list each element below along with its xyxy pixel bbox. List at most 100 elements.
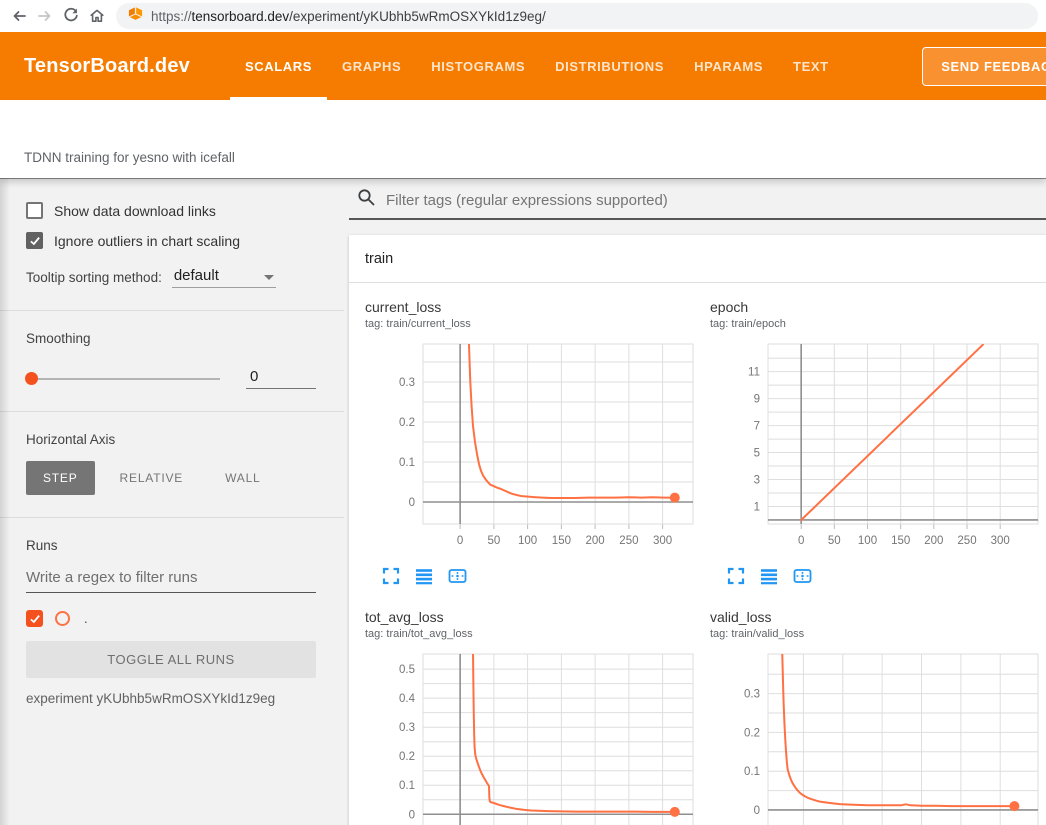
expand-chart-icon[interactable]: [727, 567, 745, 585]
tooltip-sorting-label: Tooltip sorting method:: [26, 270, 162, 288]
tab-distributions[interactable]: DISTRIBUTIONS: [540, 32, 679, 100]
svg-text:300: 300: [653, 535, 672, 547]
svg-text:200: 200: [924, 535, 943, 547]
chart-card-tot-avg-loss: tot_avg_loss tag: train/tot_avg_loss 050…: [365, 609, 702, 825]
ignore-outliers-checkbox[interactable]: [26, 232, 43, 249]
svg-text:250: 250: [957, 535, 976, 547]
expand-chart-icon[interactable]: [382, 567, 400, 585]
svg-text:5: 5: [754, 448, 760, 460]
send-feedback-button[interactable]: SEND FEEDBACK: [922, 47, 1046, 86]
svg-text:250: 250: [619, 535, 638, 547]
axis-relative-button[interactable]: RELATIVE: [103, 461, 201, 495]
toggle-all-runs-button[interactable]: TOGGLE ALL RUNS: [26, 641, 316, 678]
chart-card-current-loss: current_loss tag: train/current_loss 0 50…: [365, 299, 702, 585]
show-download-links-checkbox[interactable]: [26, 202, 43, 219]
chart-title: current_loss: [365, 299, 702, 315]
runs-regex-input[interactable]: [26, 569, 316, 593]
back-icon[interactable]: [6, 3, 32, 29]
tooltip-sorting-value: default: [174, 267, 219, 284]
svg-text:0.3: 0.3: [399, 377, 415, 389]
sidebar-divider: [0, 411, 344, 412]
tooltip-sorting-select[interactable]: default: [172, 267, 276, 288]
tab-scalars[interactable]: SCALARS: [230, 32, 327, 100]
browser-chrome: https://tensorboard.dev/experiment/yKUbh…: [0, 0, 1046, 32]
run-name: .: [84, 611, 88, 626]
tab-text[interactable]: TEXT: [778, 32, 844, 100]
chart-title: epoch: [710, 299, 1046, 315]
filter-tags-input[interactable]: [386, 192, 1046, 209]
smoothing-label: Smoothing: [26, 331, 316, 346]
charts-grid: current_loss tag: train/current_loss 050…: [349, 283, 1046, 825]
svg-text:50: 50: [828, 535, 841, 547]
group-header-train[interactable]: train: [349, 235, 1046, 283]
run-row[interactable]: .: [26, 610, 316, 627]
brand-logo[interactable]: TensorBoard.dev: [24, 55, 190, 78]
svg-text:0.2: 0.2: [399, 417, 415, 429]
smoothing-value-field[interactable]: 0: [246, 368, 316, 389]
horizontal-lines-icon[interactable]: [415, 567, 433, 585]
show-download-links-row[interactable]: Show data download links: [26, 202, 316, 219]
ignore-outliers-label: Ignore outliers in chart scaling: [54, 233, 240, 249]
line-chart-current-loss[interactable]: 05010015020025030000.10.20.3: [365, 338, 702, 565]
tensorboard-favicon-icon: [128, 6, 143, 26]
svg-text:150: 150: [552, 535, 571, 547]
svg-text:50: 50: [488, 535, 501, 547]
svg-text:1: 1: [754, 502, 760, 514]
chart-actions: [710, 567, 1046, 585]
fit-domain-icon[interactable]: [448, 567, 466, 585]
svg-text:3: 3: [754, 475, 760, 487]
forward-icon[interactable]: [32, 3, 58, 29]
sidebar-divider: [0, 517, 344, 518]
axis-step-button[interactable]: STEP: [26, 461, 95, 495]
line-chart-tot-avg-loss[interactable]: 05010015020025030000.10.20.30.40.5: [365, 648, 702, 825]
chart-tag: tag: train/valid_loss: [710, 628, 1046, 640]
chart-title: valid_loss: [710, 609, 1046, 625]
experiment-title-bar: TDNN training for yesno with icefall: [0, 100, 1046, 178]
svg-text:0: 0: [409, 497, 415, 509]
experiment-title: TDNN training for yesno with icefall: [24, 150, 235, 165]
svg-text:0.2: 0.2: [399, 751, 415, 763]
filter-tags-row: [349, 188, 1046, 220]
fit-domain-icon[interactable]: [793, 567, 811, 585]
svg-text:200: 200: [586, 535, 605, 547]
top-nav: SCALARS GRAPHS HISTOGRAMS DISTRIBUTIONS …: [230, 32, 844, 100]
address-bar[interactable]: https://tensorboard.dev/experiment/yKUbh…: [116, 3, 1038, 29]
svg-text:11: 11: [748, 367, 760, 379]
show-download-links-label: Show data download links: [54, 203, 216, 219]
svg-text:0: 0: [457, 535, 463, 547]
runs-label: Runs: [26, 538, 316, 553]
train-group-card: train current_loss tag: train/current_lo…: [349, 235, 1046, 825]
tab-graphs[interactable]: GRAPHS: [327, 32, 416, 100]
svg-text:0.3: 0.3: [399, 722, 415, 734]
sidebar-divider: [0, 310, 344, 311]
chart-tag: tag: train/epoch: [710, 318, 1046, 330]
svg-text:0.5: 0.5: [399, 664, 415, 676]
horizontal-lines-icon[interactable]: [760, 567, 778, 585]
home-icon[interactable]: [84, 3, 110, 29]
line-chart-epoch[interactable]: 0501001502002503001357911: [710, 338, 1046, 565]
app-header: TensorBoard.dev SCALARS GRAPHS HISTOGRAM…: [0, 32, 1046, 100]
chart-title: tot_avg_loss: [365, 609, 702, 625]
scalars-dashboard: train current_loss tag: train/current_lo…: [344, 178, 1046, 825]
svg-text:7: 7: [754, 421, 760, 433]
smoothing-slider-thumb[interactable]: [25, 372, 38, 385]
tab-hparams[interactable]: HPARAMS: [679, 32, 778, 100]
svg-text:100: 100: [518, 535, 537, 547]
ignore-outliers-row[interactable]: Ignore outliers in chart scaling: [26, 232, 316, 249]
axis-wall-button[interactable]: WALL: [208, 461, 277, 495]
chart-card-valid-loss: valid_loss tag: train/valid_loss 5010015…: [710, 609, 1046, 825]
svg-text:9: 9: [754, 394, 760, 406]
search-icon: [357, 188, 376, 212]
smoothing-slider[interactable]: [26, 378, 220, 380]
svg-text:0.1: 0.1: [399, 780, 415, 792]
reload-icon[interactable]: [58, 3, 84, 29]
chart-tag: tag: train/current_loss: [365, 318, 702, 330]
horizontal-axis-label: Horizontal Axis: [26, 432, 316, 447]
svg-text:300: 300: [991, 535, 1010, 547]
svg-text:0.3: 0.3: [744, 689, 760, 701]
run-color-swatch: [55, 611, 70, 626]
dropdown-arrow-icon: [264, 275, 274, 280]
tab-histograms[interactable]: HISTOGRAMS: [416, 32, 540, 100]
line-chart-valid-loss[interactable]: 5010015020025030000.10.20.3: [710, 648, 1046, 825]
run-checkbox[interactable]: [26, 610, 43, 627]
